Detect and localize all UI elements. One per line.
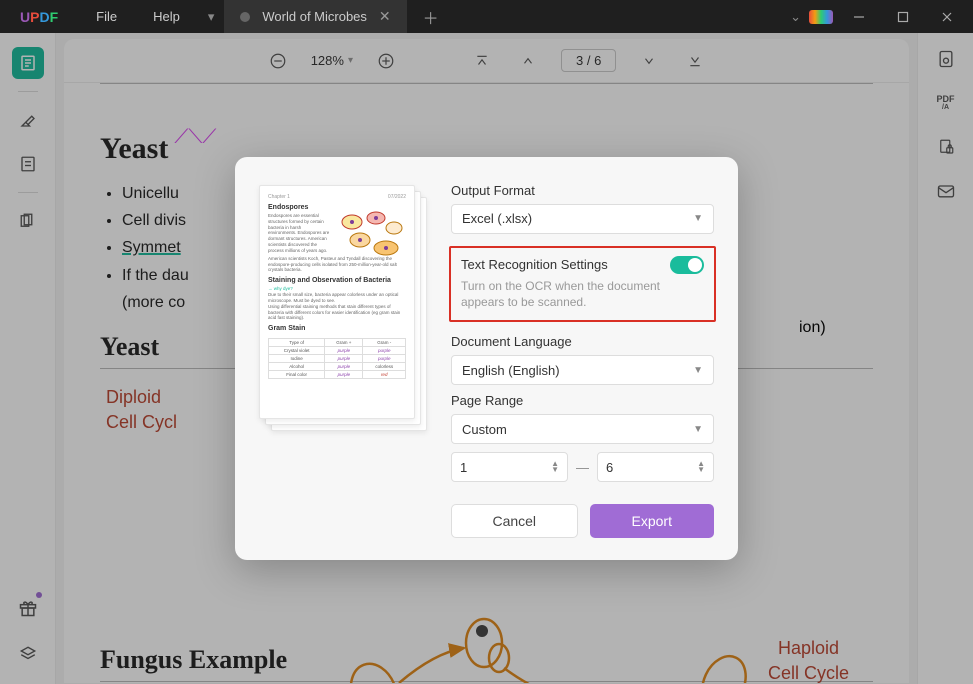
chevron-down-icon: ▼ [693,365,703,376]
new-tab-button[interactable]: ＋ [407,5,455,29]
upgrade-icon[interactable] [809,10,833,24]
tab-dropdown-icon[interactable]: ▾ [198,9,225,25]
ocr-title: Text Recognition Settings [461,257,608,272]
range-dash: — [576,460,589,475]
chevron-down-icon: ▼ [693,213,703,224]
page-preview: Chapter 107/2022 Endospores Endospores a… [259,185,427,433]
range-from-input[interactable]: 1 ▲▼ [451,452,568,482]
menu-help[interactable]: Help [135,9,198,24]
ocr-settings-box: Text Recognition Settings Turn on the OC… [449,246,716,322]
spinner-icon[interactable]: ▲▼ [697,461,705,473]
close-tab-icon[interactable]: ✕ [379,8,391,25]
workspace: 128%▾ 3 / 6 Yeast ⟋⟍⟋ Unicellu Cell divi… [0,33,973,684]
ocr-toggle[interactable] [670,256,704,274]
document-tab[interactable]: World of Microbes ✕ [224,0,406,33]
cancel-button[interactable]: Cancel [451,504,578,538]
close-window-button[interactable] [929,0,965,33]
tab-dot-icon [240,12,250,22]
page-range-select[interactable]: Custom▼ [451,414,714,444]
titlebar: UPDF File Help ▾ World of Microbes ✕ ＋ ⌄ [0,0,973,33]
range-to-input[interactable]: 6 ▲▼ [597,452,714,482]
spinner-icon[interactable]: ▲▼ [551,461,559,473]
language-label: Document Language [451,334,714,349]
output-format-label: Output Format [451,183,714,198]
menu-file[interactable]: File [78,9,135,24]
maximize-button[interactable] [885,0,921,33]
tab-title: World of Microbes [262,9,367,24]
minimize-button[interactable] [841,0,877,33]
modal-overlay: Chapter 107/2022 Endospores Endospores a… [0,33,973,684]
language-select[interactable]: English (English)▼ [451,355,714,385]
ocr-description: Turn on the OCR when the document appear… [461,278,704,310]
output-format-select[interactable]: Excel (.xlsx)▼ [451,204,714,234]
chevron-down-icon[interactable]: ⌄ [790,9,801,25]
chevron-down-icon: ▼ [693,424,703,435]
export-form: Output Format Excel (.xlsx)▼ Text Recogn… [451,181,714,538]
export-dialog: Chapter 107/2022 Endospores Endospores a… [235,157,738,560]
page-range-label: Page Range [451,393,714,408]
export-button[interactable]: Export [590,504,715,538]
app-logo: UPDF [0,9,78,25]
